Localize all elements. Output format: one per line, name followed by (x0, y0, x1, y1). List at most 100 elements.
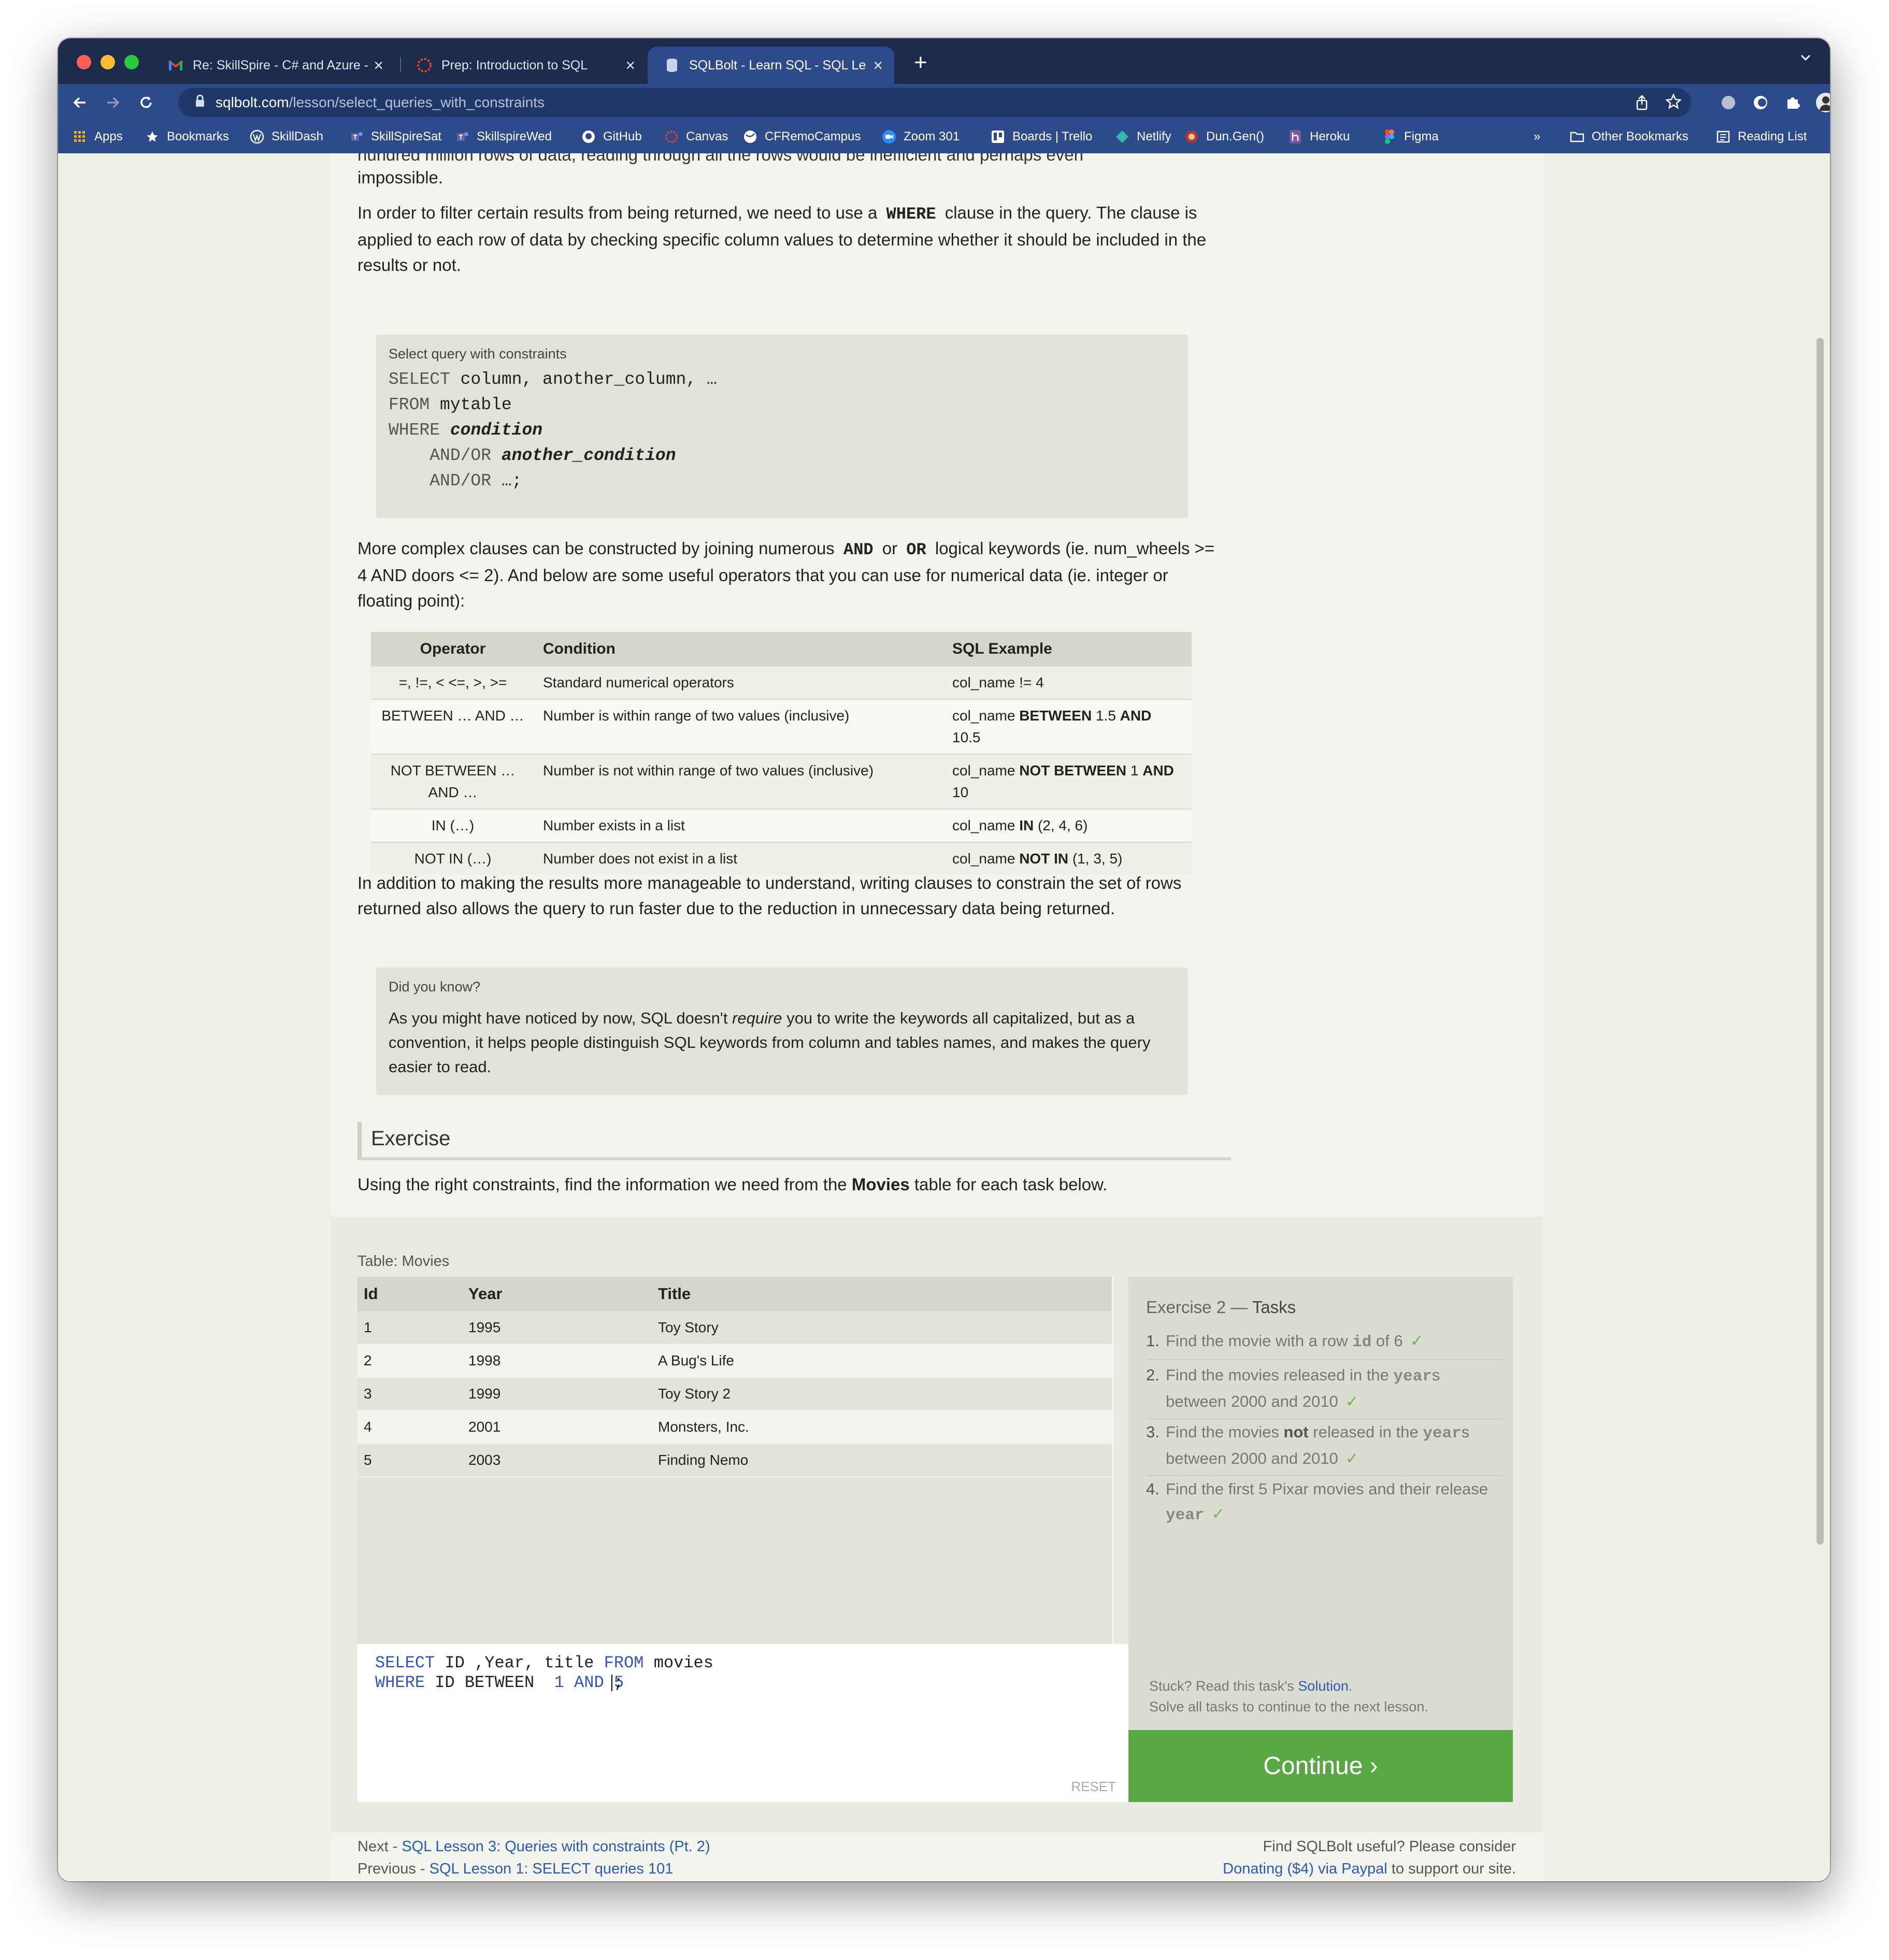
sqlbolt-icon (664, 57, 680, 73)
column-header: Id (357, 1277, 462, 1311)
sql-keyword: FROM (389, 395, 430, 414)
new-tab-button[interactable]: + (914, 50, 927, 76)
operator-cell: NOT BETWEEN … AND … (371, 754, 535, 809)
example-text: (2, 4, 6) (1034, 817, 1088, 833)
next-lesson-link[interactable]: SQL Lesson 3: Queries with constraints (… (402, 1838, 710, 1855)
task-text-part: released in the (1308, 1423, 1423, 1441)
id-cell: 1 (357, 1311, 462, 1345)
query-text: ID BETWEEN (425, 1673, 554, 1692)
sql-keyword: BETWEEN (1019, 708, 1092, 724)
reading-list-icon (1716, 129, 1730, 144)
tab-label: Re: SkillSpire - C# and Azure - (193, 57, 369, 73)
sql-keyword: AND (574, 1673, 604, 1692)
minimize-window-button[interactable] (101, 55, 115, 69)
back-button[interactable] (67, 90, 92, 115)
emphasis: not (1283, 1423, 1309, 1441)
query-text: ID ,Year, title (435, 1653, 604, 1673)
zoom-icon (882, 129, 896, 144)
bookmark-skillspiresat[interactable]: SkillSpireSat (349, 129, 441, 144)
netlify-icon (1115, 129, 1129, 144)
sql-keyword: AND (1142, 762, 1174, 779)
close-tab-icon[interactable]: × (625, 56, 635, 75)
trello-icon (991, 129, 1005, 144)
code-text: condition (450, 421, 543, 440)
avatar[interactable] (1813, 90, 1830, 115)
id-cell: 3 (357, 1377, 462, 1411)
movies-table-name: Movies (851, 1175, 910, 1194)
task-item: 4. Find the first 5 Pixar movies and thei… (1146, 1477, 1504, 1532)
extension-icon[interactable] (1748, 90, 1773, 115)
code-line: WHERE condition (389, 417, 717, 443)
condition-cell: Number is within range of two values (in… (535, 699, 944, 754)
extension-icon[interactable] (1716, 90, 1741, 115)
bookmark-skillspirewed[interactable]: SkillspireWed (455, 129, 552, 144)
tab-label: SQLBolt - Learn SQL - SQL Les (689, 57, 865, 73)
operators-table: Operator Condition SQL Example =, !=, < … (371, 632, 1192, 875)
donate-link[interactable]: Donating ($4) via Paypal (1223, 1861, 1387, 1877)
canvas-icon (664, 129, 679, 144)
sql-query-editor[interactable]: SELECT ID ,Year, title FROM movies WHERE… (357, 1644, 1128, 1802)
example-text: col_name != 4 (952, 674, 1044, 690)
bookmark-github[interactable]: GitHub (581, 129, 642, 144)
close-window-button[interactable] (77, 55, 91, 69)
code-text: another_condition (501, 446, 676, 465)
tab-prep-sql[interactable]: Prep: Introduction to SQL × (400, 47, 647, 84)
apps-grid-icon (73, 129, 87, 144)
title-cell: Monsters, Inc. (652, 1410, 1112, 1444)
bookmark-star-icon[interactable] (1665, 93, 1682, 113)
reload-button[interactable] (134, 90, 159, 115)
close-tab-icon[interactable]: × (374, 56, 383, 75)
task-number: 3. (1146, 1423, 1160, 1441)
sql-keyword: 1 (554, 1673, 564, 1692)
folder-icon (1570, 129, 1584, 144)
url-host: sqlbolt.com (216, 94, 289, 110)
forward-button[interactable] (101, 90, 125, 115)
reading-list[interactable]: Reading List (1716, 129, 1807, 144)
bookmark-netlify[interactable]: Netlify (1115, 129, 1171, 144)
solution-link[interactable]: Solution (1298, 1678, 1349, 1694)
bookmark-heroku[interactable]: Heroku (1288, 129, 1350, 144)
title-cell: Finding Nemo (652, 1444, 1112, 1477)
page-scrollbar[interactable] (1816, 338, 1824, 1545)
did-you-know-text: As you might have noticed by now, SQL do… (389, 1009, 1151, 1076)
sql-keyword: AND/OR (430, 446, 492, 465)
bookmark-cfremocampus[interactable]: CFRemoCampus (743, 129, 861, 144)
gmail-icon (168, 57, 183, 73)
more-bookmarks-button[interactable]: » (1534, 129, 1540, 144)
bookmark-zoom-301[interactable]: Zoom 301 (882, 129, 960, 144)
table-row: 1 1995 Toy Story (357, 1311, 1112, 1345)
task-item: 3. Find the movies not released in the ye… (1146, 1420, 1504, 1476)
reset-button[interactable]: RESET (1071, 1779, 1116, 1795)
bookmark-dun-gen[interactable]: Dun.Gen() (1184, 129, 1264, 144)
movies-table: Id Year Title 1 1995 Toy Story 2 1998 A Bug's… (357, 1277, 1114, 1644)
puzzle-extensions-icon[interactable] (1780, 90, 1805, 115)
column-header: Title (652, 1277, 1112, 1311)
bookmark-figma[interactable]: Figma (1382, 129, 1439, 144)
sql-keyword: FROM (604, 1653, 644, 1673)
did-you-know-caption: Did you know? (389, 979, 481, 995)
bookmark-skilldash[interactable]: SkillDash (250, 129, 323, 144)
zoom-window-button[interactable] (124, 55, 139, 69)
close-tab-icon[interactable]: × (873, 56, 883, 75)
operator-cell: =, !=, < <=, >, >= (371, 666, 535, 699)
column-name: year (1423, 1424, 1462, 1443)
continue-button[interactable]: Continue › (1128, 1730, 1513, 1802)
address-bar[interactable]: sqlbolt.com/lesson/select_queries_with_c… (178, 88, 1691, 117)
previous-lesson-link[interactable]: SQL Lesson 1: SELECT queries 101 (430, 1861, 674, 1877)
tab-search-chevron-icon[interactable] (1799, 51, 1812, 67)
tab-gmail[interactable]: Re: SkillSpire - C# and Azure - × (151, 47, 395, 84)
code-line: AND/OR …; (389, 468, 717, 494)
bookmark-apps[interactable]: Apps (73, 129, 123, 144)
share-icon[interactable] (1634, 94, 1650, 114)
other-bookmarks[interactable]: Other Bookmarks (1570, 129, 1688, 144)
bookmark-boards-trello[interactable]: Boards | Trello (991, 129, 1092, 144)
tab-label: Prep: Introduction to SQL (441, 57, 588, 73)
bookmark-bookmarks[interactable]: Bookmarks (145, 129, 229, 144)
and-keyword: AND (843, 540, 874, 559)
tab-sqlbolt[interactable]: SQLBolt - Learn SQL - SQL Les × (648, 47, 894, 84)
bookmark-canvas[interactable]: Canvas (664, 129, 728, 144)
query-text: ; (613, 1673, 624, 1692)
sql-keyword: NOT BETWEEN (1019, 762, 1127, 779)
